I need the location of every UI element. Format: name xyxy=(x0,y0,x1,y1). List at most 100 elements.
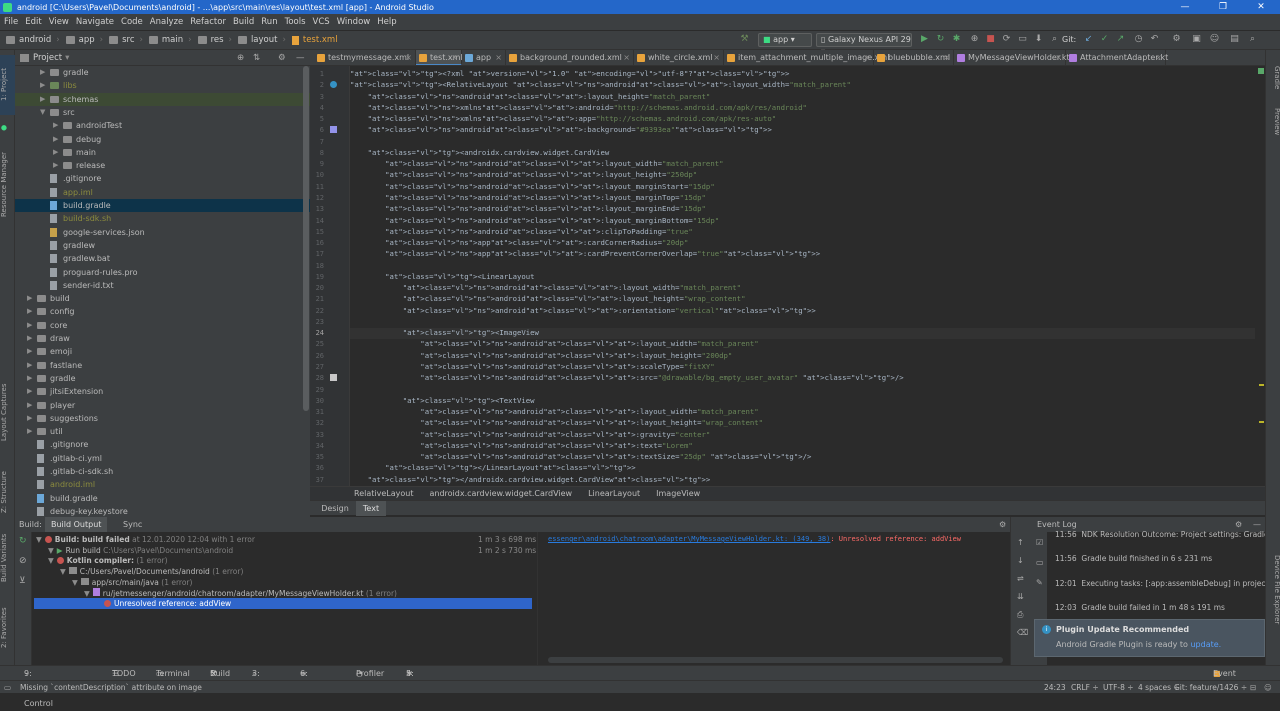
filter-icon[interactable]: ⊘ xyxy=(19,556,27,566)
stop-icon[interactable]: ■ xyxy=(984,33,997,46)
breadcrumb-res[interactable]: res › xyxy=(197,35,232,45)
resource-manager-tab[interactable]: Resource Manager xyxy=(0,142,15,227)
wrench-icon[interactable]: ✎ xyxy=(1036,578,1043,587)
collapse-icon[interactable]: ⇅ xyxy=(253,53,260,63)
close-tab-icon[interactable]: × xyxy=(495,50,502,65)
tree-item[interactable]: ▶ emoji xyxy=(15,345,310,358)
maximize-button[interactable]: ❐ xyxy=(1204,0,1242,14)
hide-icon[interactable]: — xyxy=(296,53,305,63)
tree-item[interactable]: gradlew.bat xyxy=(15,252,310,265)
search-icon[interactable]: ⌕ xyxy=(1048,33,1061,46)
chevron-right-icon[interactable]: ▶ xyxy=(27,412,35,425)
chevron-right-icon[interactable]: ▶ xyxy=(40,79,48,92)
menu-analyze[interactable]: Analyze xyxy=(150,17,184,27)
menu-file[interactable]: File xyxy=(4,17,18,27)
layout-inspector-icon[interactable]: ▤ xyxy=(1228,33,1241,46)
build-tree-row[interactable]: ▼ Kotlin compiler: (1 error) xyxy=(48,555,168,566)
error-file-link[interactable]: essenger\android\chatroom\adapter\MyMess… xyxy=(548,535,830,543)
tab-background-rounded-xml[interactable]: background_rounded.xml × xyxy=(506,50,634,65)
close-tab-icon[interactable]: × xyxy=(863,50,870,65)
close-tab-icon[interactable]: × xyxy=(943,50,950,65)
tree-item[interactable]: sender-id.txt xyxy=(15,279,310,292)
tree-item[interactable]: build-sdk.sh xyxy=(15,212,310,225)
project-view-select[interactable]: Project xyxy=(33,53,62,63)
close-tab-icon[interactable]: × xyxy=(1155,50,1162,65)
menu-edit[interactable]: Edit xyxy=(25,17,41,27)
menu-refactor[interactable]: Refactor xyxy=(190,17,226,27)
gear-icon[interactable]: ⚙ xyxy=(999,517,1006,532)
tree-item[interactable]: ▶ release xyxy=(15,159,310,172)
chevron-right-icon[interactable]: ▶ xyxy=(53,119,61,132)
build-tree-row[interactable]: ▼ ▶ Run build C:\Users\Pavel\Documents\and… xyxy=(48,545,233,556)
file-encoding[interactable]: UTF-8 ÷ xyxy=(1103,681,1134,694)
event-log-entry[interactable]: 11:56 Gradle build finished in 6 s 231 m… xyxy=(1055,554,1212,563)
tree-item[interactable]: .gitignore xyxy=(15,438,310,451)
crumb-linearlayout[interactable]: LinearLayout xyxy=(588,489,640,498)
avd-manager-icon[interactable]: ▭ xyxy=(1016,33,1029,46)
chevron-right-icon[interactable]: ▶ xyxy=(27,372,35,385)
lock-icon[interactable]: ⊟ xyxy=(1250,681,1256,694)
close-tab-icon[interactable]: × xyxy=(405,50,412,65)
tree-item[interactable]: ▶ config xyxy=(15,305,310,318)
tab-build-output[interactable]: Build Output xyxy=(45,517,108,532)
tree-item[interactable]: ▶ main xyxy=(15,146,310,159)
close-tab-icon[interactable]: × xyxy=(451,50,458,65)
breadcrumb-layout[interactable]: layout › xyxy=(237,35,286,45)
run-config-select[interactable]: ■ app ▾ xyxy=(758,33,812,47)
search-everywhere-icon[interactable]: ⌕ xyxy=(1246,33,1259,46)
up-icon[interactable]: ↑ xyxy=(1017,538,1024,547)
tree-item[interactable]: debug-key.keystore xyxy=(15,505,310,517)
close-tab-icon[interactable]: × xyxy=(713,50,720,65)
tree-item[interactable]: ▶ fastlane xyxy=(15,359,310,372)
build-error-row-selected[interactable]: Unresolved reference: addView xyxy=(34,598,532,610)
tree-item[interactable]: ▶ debug xyxy=(15,133,310,146)
wrap-icon[interactable]: ⇌ xyxy=(1017,574,1024,583)
run-icon[interactable]: ▶ xyxy=(918,33,931,46)
menu-window[interactable]: Window xyxy=(337,17,371,27)
tree-item[interactable]: ▶ suggestions xyxy=(15,412,310,425)
close-tab-icon[interactable]: × xyxy=(1055,50,1062,65)
tree-item[interactable]: ▼ src xyxy=(15,106,310,119)
gradle-tab[interactable]: Gradle xyxy=(1266,58,1280,98)
tree-item[interactable]: google-services.json xyxy=(15,226,310,239)
crumb-imageview[interactable]: ImageView xyxy=(656,489,700,498)
git-push-icon[interactable]: ↗ xyxy=(1114,33,1127,46)
git-commit-icon[interactable]: ✓ xyxy=(1098,33,1111,46)
tab-item-attachment-multiple-image-xml[interactable]: item_attachment_multiple_image.xml × xyxy=(724,50,889,65)
menu-help[interactable]: Help xyxy=(377,17,396,27)
favorites-tab[interactable]: 2: Favorites xyxy=(0,605,15,650)
tab-mymessageviewholder-kt[interactable]: MyMessageViewHolder.kt × xyxy=(954,50,1070,65)
git-rollback-icon[interactable]: ↶ xyxy=(1148,33,1161,46)
plugin-update-notification[interactable]: i Plugin Update Recommended Android Grad… xyxy=(1034,619,1265,657)
tab-sync[interactable]: Sync xyxy=(123,517,142,532)
chevron-right-icon[interactable]: ▶ xyxy=(27,345,35,358)
sdk-manager-icon[interactable]: ⬇ xyxy=(1032,33,1045,46)
git-history-icon[interactable]: ◷ xyxy=(1132,33,1145,46)
chevron-right-icon[interactable]: ▶ xyxy=(27,399,35,412)
close-button[interactable]: ✕ xyxy=(1242,0,1280,14)
comment-icon[interactable]: ▭ xyxy=(1036,558,1044,567)
gear-icon[interactable]: ⚙ xyxy=(278,53,286,63)
crumb-cardview[interactable]: androidx.cardview.widget.CardView xyxy=(429,489,572,498)
tree-item[interactable]: ▶ draw xyxy=(15,332,310,345)
hammer-icon[interactable]: ⚒ xyxy=(738,33,751,46)
down-icon[interactable]: ↓ xyxy=(1017,556,1024,565)
image-preview-icon[interactable] xyxy=(330,374,337,382)
structure-tab[interactable]: Z: Structure xyxy=(0,465,15,520)
event-log-entry[interactable]: 11:56 NDK Resolution Outcome: Project se… xyxy=(1055,530,1265,539)
event-log-entry[interactable]: 12:01 Executing tasks: [:app:assembleDeb… xyxy=(1055,579,1265,588)
print-icon[interactable]: ⎙ xyxy=(1017,610,1023,620)
tree-item[interactable]: ▶ core xyxy=(15,319,310,332)
menu-tools[interactable]: Tools xyxy=(285,17,306,27)
chevron-right-icon[interactable]: ▶ xyxy=(27,319,35,332)
crumb-relativelayout[interactable]: RelativeLayout xyxy=(354,489,413,498)
project-structure-icon[interactable]: ▣ xyxy=(1190,33,1203,46)
chevron-right-icon[interactable]: ▶ xyxy=(53,159,61,172)
tab-bluebubble-xml[interactable]: bluebubble.xml × xyxy=(874,50,954,65)
caret-position[interactable]: 24:23 xyxy=(1044,681,1066,694)
apply-changes-icon[interactable]: ↻ xyxy=(934,33,947,46)
chevron-right-icon[interactable]: ▶ xyxy=(27,292,35,305)
breadcrumb-test-xml[interactable]: test.xml xyxy=(291,35,338,45)
menu-vcs[interactable]: VCS xyxy=(313,17,330,27)
menu-navigate[interactable]: Navigate xyxy=(76,17,114,27)
